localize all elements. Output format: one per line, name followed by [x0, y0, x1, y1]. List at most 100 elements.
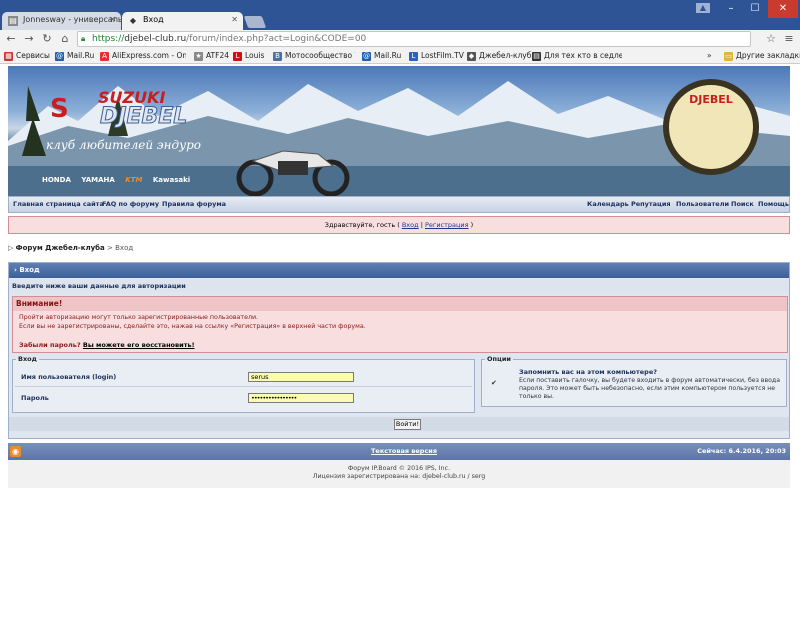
tab-title: Jonnesway - универсальн — [23, 15, 121, 24]
menu-icon[interactable]: ≡ — [782, 32, 796, 46]
profile-icon[interactable]: ▲ — [696, 3, 710, 13]
maker-logos: HONDA YAMAHA KTM Kawasaki — [42, 176, 190, 184]
current-time: Сейчас: 6.4.2016, 20:03 — [697, 447, 786, 455]
register-link[interactable]: Регистрация — [425, 221, 469, 229]
address-bar[interactable]: 🔒︎ https://djebel-club.ru/forum/index.ph… — [77, 31, 751, 47]
remember-checkbox[interactable]: ✔ — [491, 380, 498, 387]
login-link[interactable]: Вход — [402, 221, 419, 229]
login-fieldset: Вход — [12, 355, 475, 413]
apps-icon: ▦ — [4, 52, 13, 61]
louis-icon: L — [233, 52, 242, 61]
motorcycle-image — [236, 150, 350, 196]
breadcrumb-forum[interactable]: Форум Джебел-клуба — [16, 244, 105, 252]
forward-icon[interactable]: → — [22, 32, 36, 46]
password-label: Пароль — [21, 394, 49, 402]
tab-title: Вход — [143, 15, 164, 24]
maximize-button[interactable]: ☐ — [740, 0, 770, 18]
site-favicon: ◆ — [467, 52, 476, 61]
login-panel: › Вход Введите ниже ваши данные для авто… — [8, 262, 790, 439]
nav-reputation[interactable]: Репутация — [631, 197, 671, 212]
login-subtitle: Введите ниже ваши данные для авторизации — [9, 280, 789, 292]
yamaha-logo: YAMAHA — [81, 176, 115, 184]
field-divider — [15, 386, 472, 387]
kawasaki-logo: Kawasaki — [152, 176, 191, 184]
bookmark-mailru-2[interactable]: @ Mail.Ru — [362, 50, 401, 62]
nav-help[interactable]: Помощь — [758, 197, 789, 212]
bookmark-lostfilm[interactable]: L LostFilm.TV — [409, 50, 464, 62]
other-bookmarks[interactable]: ▭ Другие закладки — [724, 50, 800, 62]
suzuki-logo: S — [50, 94, 69, 124]
model-text: DJEBEL — [99, 104, 188, 130]
mail-icon: @ — [55, 52, 64, 61]
bookmark-services[interactable]: ▦ Сервисы — [4, 50, 50, 62]
bookmarks-overflow[interactable]: » — [707, 50, 712, 62]
bookmark-aliexpress[interactable]: A AliExpress.com - Onli — [100, 50, 186, 62]
remember-desc-2: пароля. Это может быть небезопасно, если… — [519, 385, 776, 392]
login-title: Вход — [19, 266, 40, 274]
url-host: djebel-club.ru — [124, 34, 187, 44]
welcome-bar: Здравствуйте, гость ( Вход | Регистрация… — [8, 216, 790, 234]
ktm-logo: KTM — [125, 176, 143, 184]
bookmark-louis[interactable]: L Louis — [233, 50, 264, 62]
remember-desc-1: Если поставить галочку, вы будете входит… — [519, 377, 781, 384]
slogan: клуб любителей эндуро — [46, 138, 202, 152]
submit-button[interactable]: Войти! — [394, 419, 421, 430]
close-icon[interactable]: ✕ — [109, 15, 116, 24]
forgot-link[interactable]: Вы можете его восстановить! — [83, 341, 195, 349]
honda-logo: HONDA — [42, 176, 71, 184]
tab-strip: ▤ Jonnesway - универсальн ✕ ◆ Вход ✕ ▲ –… — [0, 0, 800, 30]
nav-search[interactable]: Поиск — [731, 197, 754, 212]
bookmark-atf24[interactable]: ★ ATF24 — [194, 50, 229, 62]
forum-banner: S SUZUKI DJEBEL клуб любителей эндуро HO… — [8, 66, 790, 196]
bookmarks-bar: ▦ Сервисы @ Mail.Ru A AliExpress.com - Onli… — [0, 48, 800, 64]
nav-faq[interactable]: FAQ по форуму — [102, 197, 159, 212]
welcome-text: Здравствуйте, гость ( — [324, 221, 400, 229]
welcome-close: ) — [470, 221, 474, 229]
nav-calendar[interactable]: Календарь — [587, 197, 629, 212]
back-icon[interactable]: ← — [4, 32, 18, 46]
home-icon[interactable]: ⌂ — [58, 32, 72, 46]
warning-title: Внимание! — [13, 297, 787, 311]
bookmark-mailru[interactable]: @ Mail.Ru — [55, 50, 94, 62]
tab-jonnesway[interactable]: ▤ Jonnesway - универсальн ✕ — [2, 12, 121, 30]
copyright: Форум IP.Board © 2016 IPS, Inc. — [347, 465, 451, 472]
breadcrumb-current: Вход — [115, 244, 134, 252]
breadcrumb: ▷ Форум Джебел-клуба > Вход — [8, 244, 133, 252]
remember-desc-3: только вы. — [519, 393, 554, 400]
breadcrumb-sep: > — [107, 244, 113, 252]
nav-rules[interactable]: Правила форума — [162, 197, 226, 212]
star-icon: ★ — [194, 52, 203, 61]
remember-label: Запомнить вас на этом компьютере? — [519, 368, 657, 376]
login-legend: Вход — [18, 355, 37, 363]
login-header: › Вход — [9, 263, 789, 278]
bookmark-saddle[interactable]: ▤ Для тех кто в седле - — [532, 50, 622, 62]
star-icon[interactable]: ☆ — [764, 32, 778, 46]
warning-box: Внимание! Пройти авторизацию могут тольк… — [12, 296, 788, 353]
rss-icon[interactable]: ◉ — [10, 446, 21, 457]
url-path: /forum/index.php?act=Login&CODE=00 — [186, 34, 367, 44]
tab-login[interactable]: ◆ Вход ✕ — [122, 12, 243, 30]
footer-bar: ◉ Текстовая версия Сейчас: 6.4.2016, 20:… — [8, 443, 790, 460]
club-emblem: DJEBEL — [663, 79, 759, 175]
folder-icon: ▭ — [724, 52, 733, 61]
new-tab-button[interactable] — [243, 16, 267, 28]
emblem-text: DJEBEL — [689, 93, 733, 106]
options-legend: Опции — [487, 355, 511, 363]
page-icon: ▤ — [532, 52, 541, 61]
lostfilm-icon: L — [409, 52, 418, 61]
separator: | — [420, 221, 423, 229]
forgot-password: Забыли пароль? Вы можете его восстановит… — [19, 341, 195, 349]
bookmark-djebel[interactable]: ◆ Джебел-клуб — [467, 50, 531, 62]
nav-home[interactable]: Главная страница сайта — [13, 197, 104, 212]
nav-users[interactable]: Пользователи — [676, 197, 729, 212]
copyright-block: Форум IP.Board © 2016 IPS, Inc. Лицензия… — [8, 460, 790, 488]
reload-icon[interactable]: ↻ — [40, 32, 54, 46]
password-input[interactable]: •••••••••••••••• — [248, 393, 354, 403]
close-window-button[interactable]: ✕ — [768, 0, 798, 18]
bookmark-moto[interactable]: BМотосообщество Ус — [273, 50, 355, 62]
breadcrumb-arrow-icon: ▷ — [8, 244, 14, 252]
vk-icon: B — [273, 52, 282, 61]
text-version-link[interactable]: Текстовая версия — [371, 443, 437, 460]
close-icon[interactable]: ✕ — [231, 15, 238, 24]
username-input[interactable]: serus — [248, 372, 354, 382]
